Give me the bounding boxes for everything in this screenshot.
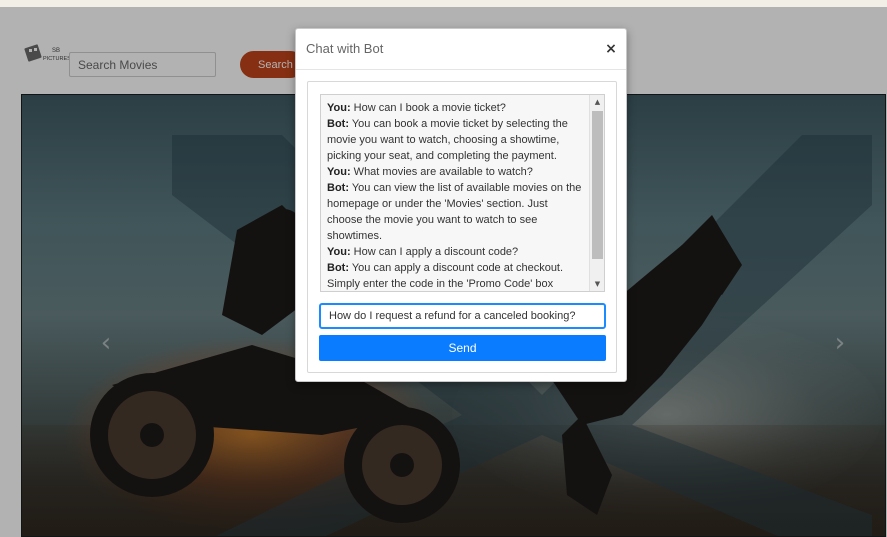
message-sender: You:	[327, 102, 351, 114]
message-text: You can book a movie ticket by selecting…	[327, 118, 568, 162]
top-strip	[0, 0, 887, 7]
message-text: How can I book a movie ticket?	[350, 102, 506, 114]
chat-modal: Chat with Bot × You: How can I book a mo…	[295, 28, 627, 382]
message-text: You can apply a discount code at checkou…	[327, 262, 564, 290]
scroll-thumb[interactable]	[592, 111, 603, 259]
scroll-down-icon[interactable]: ▼	[590, 277, 604, 291]
message-sender: You:	[327, 166, 351, 178]
chat-message: You: What movies are available to watch?	[327, 164, 585, 180]
chat-message: Bot: You can book a movie ticket by sele…	[327, 116, 585, 164]
modal-header: Chat with Bot ×	[296, 29, 626, 70]
chat-log[interactable]: You: How can I book a movie ticket? Bot:…	[320, 94, 605, 292]
chat-messages: You: How can I book a movie ticket? Bot:…	[327, 100, 585, 291]
close-icon[interactable]: ×	[603, 41, 619, 57]
message-sender: Bot:	[327, 182, 349, 194]
message-text: What movies are available to watch?	[350, 166, 533, 178]
chat-message: Bot: You can apply a discount code at ch…	[327, 260, 585, 291]
scroll-up-icon[interactable]: ▲	[590, 95, 604, 109]
send-button[interactable]: Send	[319, 335, 606, 361]
chat-input[interactable]	[319, 303, 606, 329]
message-text: How can I apply a discount code?	[350, 246, 519, 258]
modal-title: Chat with Bot	[306, 41, 384, 56]
message-sender: Bot:	[327, 118, 349, 130]
message-text: You can view the list of available movie…	[327, 182, 582, 242]
chat-message: You: How can I apply a discount code?	[327, 244, 585, 260]
chat-message: You: How can I book a movie ticket?	[327, 100, 585, 116]
message-sender: You:	[327, 246, 351, 258]
chat-scrollbar[interactable]: ▲ ▼	[589, 95, 604, 291]
modal-body: You: How can I book a movie ticket? Bot:…	[307, 81, 617, 373]
chat-message: Bot: You can view the list of available …	[327, 180, 585, 244]
message-sender: Bot:	[327, 262, 349, 274]
